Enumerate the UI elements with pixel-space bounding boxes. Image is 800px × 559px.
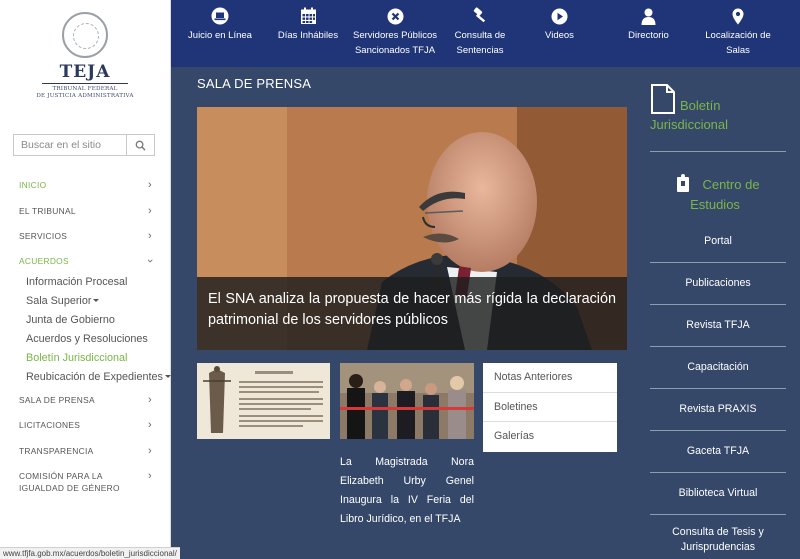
topnav-localizacion-salas[interactable]: Localización de Salas — [695, 0, 781, 67]
justice-statue-image — [197, 363, 330, 439]
topnav-label: Consulta de Sentencias — [454, 30, 506, 56]
boletin-line2: Jurisdiccional — [650, 117, 729, 132]
press-links-list: Notas Anteriores Boletines Galerías — [483, 363, 617, 452]
event-photo-thumbnail[interactable] — [340, 363, 474, 439]
building-icon — [677, 174, 690, 192]
sidebar-item-label: INICIO — [19, 180, 47, 191]
topnav-directorio[interactable]: Directorio — [602, 0, 695, 67]
sidebar-item-acuerdos[interactable]: ACUERDOS › — [0, 249, 171, 273]
subitem-label: Reubicación de Expedientes — [26, 370, 163, 383]
sidebar-item-label: COMISIÓN PARA LA IGUALDAD DE GÉNERO — [19, 471, 120, 493]
topnav-label: Videos — [545, 30, 574, 41]
search-button[interactable] — [126, 135, 154, 155]
topnav-videos[interactable]: Videos — [517, 0, 602, 67]
sidebar-item-label: LICITACIONES — [19, 420, 81, 431]
hero-news-slide[interactable]: El SNA analiza la propuesta de hacer más… — [197, 107, 627, 350]
news-caption[interactable]: La Magistrada Nora Elizabeth Urby Genel … — [340, 453, 474, 529]
subitem-label: Sala Superior — [26, 294, 92, 307]
sidebar-item-inicio[interactable]: INICIO › — [0, 172, 171, 198]
subitem-junta-de-gobierno[interactable]: Junta de Gobierno — [26, 311, 171, 330]
close-circle-icon — [387, 8, 403, 24]
side-link-consulta-tesis[interactable]: Consulta de Tesis y Jurisprudencias — [650, 520, 786, 559]
centro-de-estudios-heading: Centro de Estudios — [650, 174, 786, 215]
sidebar-item-transparencia[interactable]: TRANSPARENCIA › — [0, 438, 171, 464]
chevron-right-icon: › — [148, 179, 152, 192]
document-thumbnail[interactable] — [197, 363, 330, 439]
sidebar-item-sala-de-prensa[interactable]: SALA DE PRENSA › — [0, 387, 171, 413]
chevron-right-icon: › — [148, 444, 152, 457]
sidebar-nav: INICIO › EL TRIBUNAL › SERVICIOS › ACUERDOS… — [0, 172, 171, 499]
user-icon — [641, 8, 656, 25]
logo-subtitle-line1: TRIBUNAL FEDERAL — [52, 86, 118, 92]
link-galerias[interactable]: Galerías — [483, 422, 617, 452]
sidebar-item-label: EL TRIBUNAL — [19, 205, 76, 216]
topnav-servidores-publicos[interactable]: Servidores Públicos Sancionados TFJA — [347, 0, 443, 67]
topnav-juicio-en-linea[interactable]: Juicio en Línea — [171, 0, 269, 67]
search-box — [13, 134, 155, 156]
side-link-biblioteca-virtual[interactable]: Biblioteca Virtual — [650, 473, 786, 515]
calendar-icon — [300, 7, 316, 24]
chevron-right-icon: › — [148, 230, 152, 243]
side-link-revista-tfja[interactable]: Revista TFJA — [650, 305, 786, 347]
link-notas-anteriores[interactable]: Notas Anteriores — [483, 363, 617, 393]
side-link-portal[interactable]: Portal — [650, 221, 786, 263]
link-boletines[interactable]: Boletines — [483, 393, 617, 422]
acuerdos-submenu: Información Procesal Sala Superior Junta… — [0, 273, 171, 387]
subitem-sala-superior[interactable]: Sala Superior — [26, 292, 171, 311]
centro-line2: Estudios — [690, 197, 740, 212]
sidebar-item-licitaciones[interactable]: LICITACIONES › — [0, 412, 171, 438]
hero-caption[interactable]: El SNA analiza la propuesta de hacer más… — [197, 277, 627, 350]
subitem-boletin-jurisdiccional[interactable]: Boletín Jurisdiccional — [26, 349, 171, 368]
side-link-revista-praxis[interactable]: Revista PRAXIS — [650, 389, 786, 431]
side-link-publicaciones[interactable]: Publicaciones — [650, 263, 786, 305]
sidebar-item-el-tribunal[interactable]: EL TRIBUNAL › — [0, 198, 171, 224]
gavel-icon — [473, 7, 486, 23]
topnav-label: Servidores Públicos Sancionados TFJA — [353, 30, 437, 56]
centro-line1: Centro de — [702, 177, 760, 192]
search-icon — [135, 140, 146, 151]
chevron-right-icon: › — [148, 419, 152, 432]
side-link-capacitacion[interactable]: Capacitación — [650, 347, 786, 389]
map-marker-icon — [732, 8, 744, 24]
national-seal-icon — [62, 12, 108, 58]
side-link-gaceta-tfja[interactable]: Gaceta TFJA — [650, 431, 786, 473]
play-icon — [551, 8, 568, 24]
sidebar-item-label: ACUERDOS — [19, 256, 69, 266]
tfja-logo[interactable]: TEJA TRIBUNAL FEDERAL DE JUSTICIA ADMINI… — [30, 12, 140, 107]
chevron-down-icon: › — [144, 259, 157, 263]
sidebar-item-label: SALA DE PRENSA — [19, 394, 95, 405]
logo-name: TEJA — [59, 62, 111, 82]
logo-divider — [42, 83, 128, 84]
topnav-dias-inhabiles[interactable]: Días Inhábiles — [269, 0, 347, 67]
page-title: SALA DE PRENSA — [197, 76, 312, 91]
topnav-label: Días Inhábiles — [277, 30, 339, 41]
search-input[interactable] — [14, 135, 126, 155]
topnav-label: Juicio en Línea — [188, 30, 252, 41]
sidebar: TEJA TRIBUNAL FEDERAL DE JUSTICIA ADMINI… — [0, 0, 171, 559]
laptop-icon — [211, 7, 229, 25]
logo-subtitle-line2: DE JUSTICIA ADMINISTRATIVA — [36, 93, 134, 99]
sidebar-item-servicios[interactable]: SERVICIOS › — [0, 223, 171, 249]
topnav-consulta-sentencias[interactable]: Consulta de Sentencias — [443, 0, 517, 67]
chevron-right-icon: › — [148, 204, 152, 217]
caret-down-icon — [164, 375, 171, 379]
sidebar-item-comision-igualdad[interactable]: COMISIÓN PARA LA IGUALDAD DE GÉNERO › — [0, 463, 171, 499]
ribbon-cutting-image — [340, 363, 474, 439]
subitem-reubicacion-expedientes[interactable]: Reubicación de Expedientes — [26, 368, 171, 387]
caret-down-icon — [93, 299, 100, 303]
subitem-informacion-procesal[interactable]: Información Procesal — [26, 273, 171, 292]
status-bar-url: www.tfjfa.gob.mx/acuerdos/boletin_jurisd… — [0, 547, 180, 559]
chevron-right-icon: › — [148, 470, 152, 482]
document-icon — [651, 84, 675, 114]
sidebar-item-label: TRANSPARENCIA — [19, 445, 94, 456]
boletin-line1: Boletín — [680, 98, 721, 113]
topnav-label: Localización de Salas — [705, 30, 771, 56]
sidebar-item-label: SERVICIOS — [19, 231, 68, 242]
top-navigation: Juicio en Línea Días Inhábiles Servidore… — [171, 0, 800, 67]
subitem-acuerdos-resoluciones[interactable]: Acuerdos y Resoluciones — [26, 330, 171, 349]
boletin-jurisdiccional-link[interactable]: Boletín Jurisdiccional — [650, 84, 786, 152]
topnav-label: Directorio — [628, 30, 669, 41]
chevron-right-icon: › — [148, 393, 152, 406]
